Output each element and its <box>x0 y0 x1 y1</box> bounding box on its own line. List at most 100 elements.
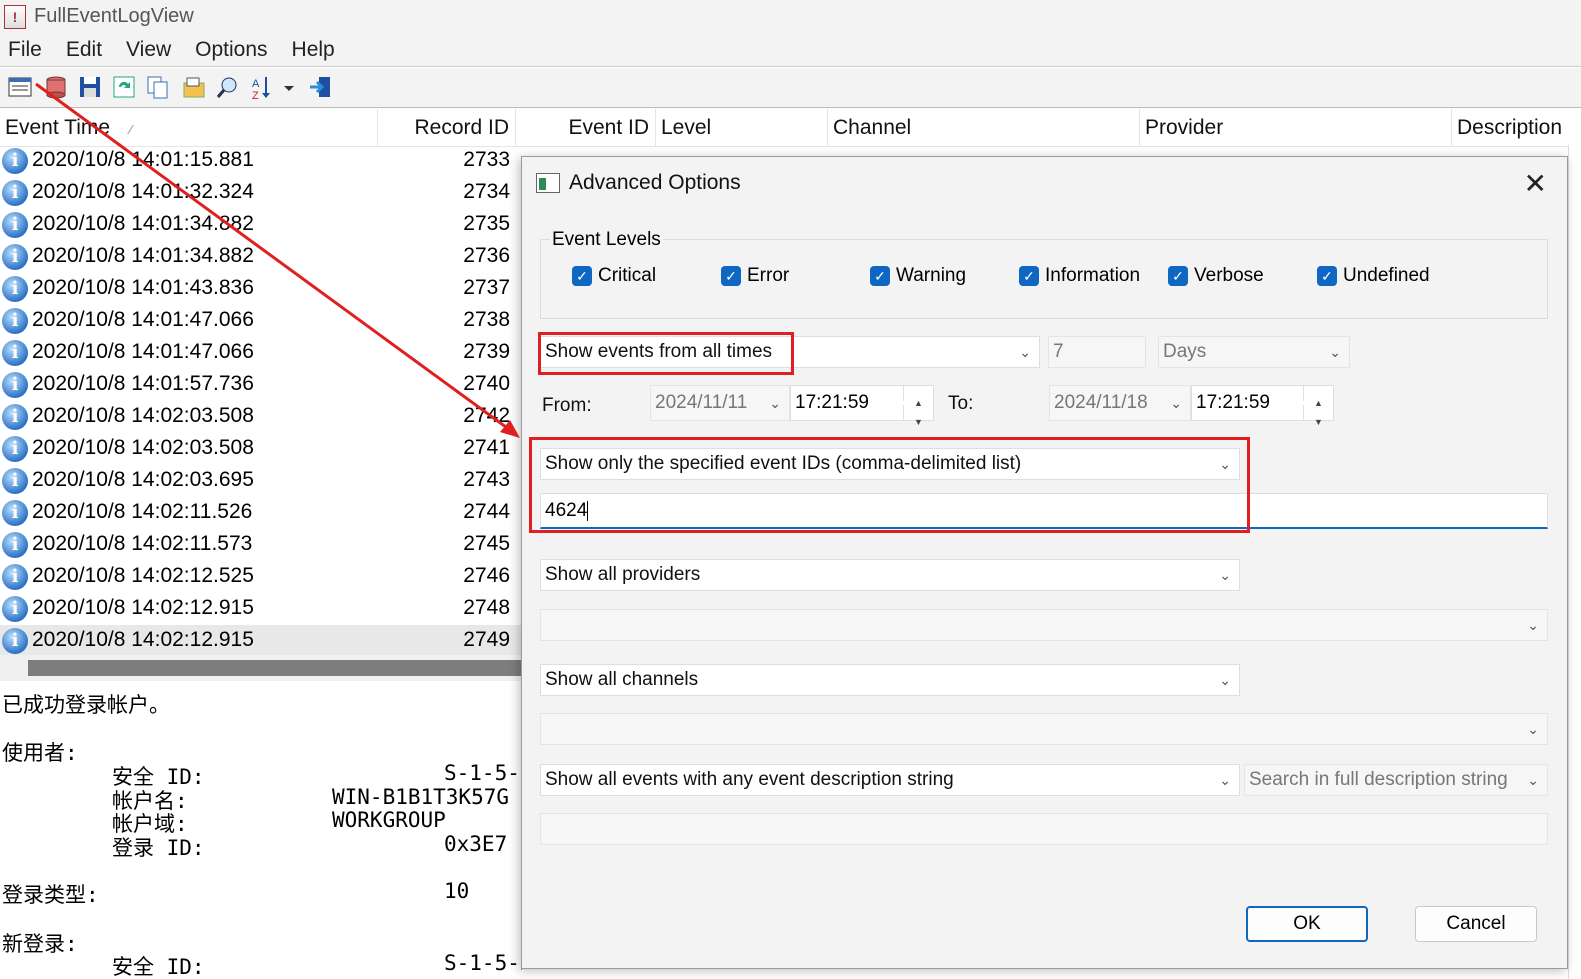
spin-up-icon[interactable]: ▲ <box>1303 386 1333 408</box>
info-icon: i <box>2 372 28 398</box>
info-icon: i <box>2 244 28 270</box>
chevron-down-icon: ⌄ <box>1219 567 1231 583</box>
event-ids-input[interactable]: 4624 <box>540 493 1548 529</box>
list-header: Event Time ⁄ Record ID Event ID Level Ch… <box>0 109 1581 147</box>
info-icon: i <box>2 212 28 238</box>
time-filter-select[interactable]: Show events from all times ⌄ <box>540 336 1040 368</box>
chevron-down-icon: ⌄ <box>1523 765 1539 795</box>
menu-help[interactable]: Help <box>280 38 347 62</box>
checkbox-undefined[interactable]: ✓ Undefined <box>1317 265 1430 287</box>
checkbox-verbose[interactable]: ✓ Verbose <box>1168 265 1264 287</box>
checkmark-icon: ✓ <box>1168 266 1188 286</box>
menu-view[interactable]: View <box>114 38 183 62</box>
description-filter-select[interactable]: Show all events with any event descripti… <box>540 764 1240 796</box>
table-row[interactable]: i 2020/10/8 14:02:03.695 2743 <box>0 465 522 497</box>
cancel-button[interactable]: Cancel <box>1415 906 1537 942</box>
from-label: From: <box>542 395 592 416</box>
close-icon[interactable]: ✕ <box>1524 167 1547 200</box>
description-text: 登录 ID: <box>112 836 205 860</box>
table-row[interactable]: i 2020/10/8 14:01:32.324 2734 <box>0 177 522 209</box>
table-row[interactable]: i 2020/10/8 14:02:12.915 2748 <box>0 593 522 625</box>
table-row[interactable]: i 2020/10/8 14:02:12.525 2746 <box>0 561 522 593</box>
exit-icon[interactable] <box>306 73 334 101</box>
info-icon: i <box>2 404 28 430</box>
channel-filter-select[interactable]: Show all channels ⌄ <box>540 664 1240 696</box>
table-row[interactable]: i 2020/10/8 14:02:12.915 2749 <box>0 625 522 657</box>
menu-bar: File Edit View Options Help <box>0 33 1581 67</box>
from-date-picker[interactable]: 2024/11/11 ⌄ <box>650 385 790 421</box>
checkbox-information[interactable]: ✓ Information <box>1019 265 1140 287</box>
table-row[interactable]: i 2020/10/8 14:02:11.573 2745 <box>0 529 522 561</box>
event-id-filter-select[interactable]: Show only the specified event IDs (comma… <box>540 448 1240 480</box>
find-icon[interactable] <box>214 73 242 101</box>
menu-file[interactable]: File <box>0 38 54 62</box>
table-row[interactable]: i 2020/10/8 14:01:47.066 2738 <box>0 305 522 337</box>
description-text-input[interactable] <box>540 813 1548 845</box>
checkbox-error[interactable]: ✓ Error <box>721 265 789 287</box>
checkbox-critical[interactable]: ✓ Critical <box>572 265 656 287</box>
from-time-spinner[interactable]: 17:21:59 ▲ ▼ <box>790 385 934 427</box>
table-row[interactable]: i 2020/10/8 14:01:57.736 2740 <box>0 369 522 401</box>
description-text: WORKGROUP <box>332 808 446 832</box>
spin-up-icon[interactable]: ▲ <box>903 386 933 408</box>
properties-icon[interactable] <box>180 73 208 101</box>
chevron-down-icon: ⌄ <box>1329 344 1341 360</box>
table-row[interactable]: i 2020/10/8 14:02:11.526 2744 <box>0 497 522 529</box>
event-log-icon[interactable] <box>42 73 70 101</box>
menu-edit[interactable]: Edit <box>54 38 114 62</box>
scrollbar-thumb[interactable] <box>28 660 522 676</box>
copy-icon[interactable] <box>144 73 172 101</box>
table-row[interactable]: i 2020/10/8 14:01:34.882 2735 <box>0 209 522 241</box>
ok-button[interactable]: OK <box>1246 906 1368 942</box>
advanced-options-icon[interactable] <box>6 73 34 101</box>
description-pane: 已成功登录帐户。 使用者: 安全 ID: S-1-5- 帐户名: WIN-B1B… <box>0 685 522 979</box>
chevron-down-icon: ⌄ <box>1219 772 1231 788</box>
save-icon[interactable] <box>76 73 104 101</box>
to-label: To: <box>948 393 974 414</box>
description-text: 新登录: <box>2 932 78 956</box>
table-row[interactable]: i 2020/10/8 14:02:03.508 2742 <box>0 401 522 433</box>
info-icon: i <box>2 596 28 622</box>
provider-filter-select[interactable]: Show all providers ⌄ <box>540 559 1240 591</box>
info-icon: i <box>2 468 28 494</box>
description-text: S-1-5-21-1708107b-1000280879-1443824081-… <box>444 951 522 975</box>
table-row[interactable]: i 2020/10/8 14:01:47.066 2739 <box>0 337 522 369</box>
checkbox-warning[interactable]: ✓ Warning <box>870 265 966 287</box>
advanced-options-dialog: Advanced Options ✕ Event Levels ✓ Critica… <box>521 156 1568 969</box>
description-text: 使用者: <box>2 741 78 765</box>
column-provider[interactable]: Provider <box>1140 109 1452 147</box>
time-unit-select[interactable]: Days ⌄ <box>1158 336 1350 368</box>
column-event-id[interactable]: Event ID <box>516 109 656 147</box>
spin-down-icon[interactable]: ▼ <box>1303 405 1333 427</box>
column-level[interactable]: Level <box>656 109 828 147</box>
provider-list-select[interactable]: ⌄ <box>540 609 1548 641</box>
column-channel[interactable]: Channel <box>828 109 1140 147</box>
dialog-icon <box>536 173 560 193</box>
table-row[interactable]: i 2020/10/8 14:01:34.882 2736 <box>0 241 522 273</box>
window-title: FullEventLogView <box>34 5 194 27</box>
channel-list-select[interactable]: ⌄ <box>540 713 1548 745</box>
checkmark-icon: ✓ <box>572 266 592 286</box>
menu-options[interactable]: Options <box>183 38 279 62</box>
chevron-down-icon: ⌄ <box>1527 721 1539 737</box>
sort-icon[interactable]: AZ <box>250 73 298 101</box>
title-bar: ! FullEventLogView <box>0 0 1581 33</box>
spin-down-icon[interactable]: ▼ <box>903 405 933 427</box>
table-row[interactable]: i 2020/10/8 14:02:03.508 2741 <box>0 433 522 465</box>
app-icon: ! <box>4 4 26 29</box>
description-search-mode-select[interactable]: Search in full description string ⌄ <box>1244 764 1548 796</box>
table-row[interactable]: i 2020/10/8 14:01:15.881 2733 <box>0 145 522 177</box>
info-icon: i <box>2 308 28 334</box>
refresh-icon[interactable] <box>110 73 138 101</box>
to-time-spinner[interactable]: 17:21:59 ▲ ▼ <box>1191 385 1334 427</box>
horizontal-scrollbar[interactable] <box>0 655 522 681</box>
column-event-time[interactable]: Event Time ⁄ <box>0 109 378 147</box>
column-description[interactable]: Description <box>1452 109 1581 147</box>
info-icon: i <box>2 500 28 526</box>
time-count-input[interactable]: 7 <box>1048 336 1146 368</box>
info-icon: i <box>2 532 28 558</box>
table-row[interactable]: i 2020/10/8 14:01:43.836 2737 <box>0 273 522 305</box>
to-date-picker[interactable]: 2024/11/18 ⌄ <box>1049 385 1191 421</box>
description-text: 登录类型: <box>2 883 99 907</box>
column-record-id[interactable]: Record ID <box>378 109 516 147</box>
